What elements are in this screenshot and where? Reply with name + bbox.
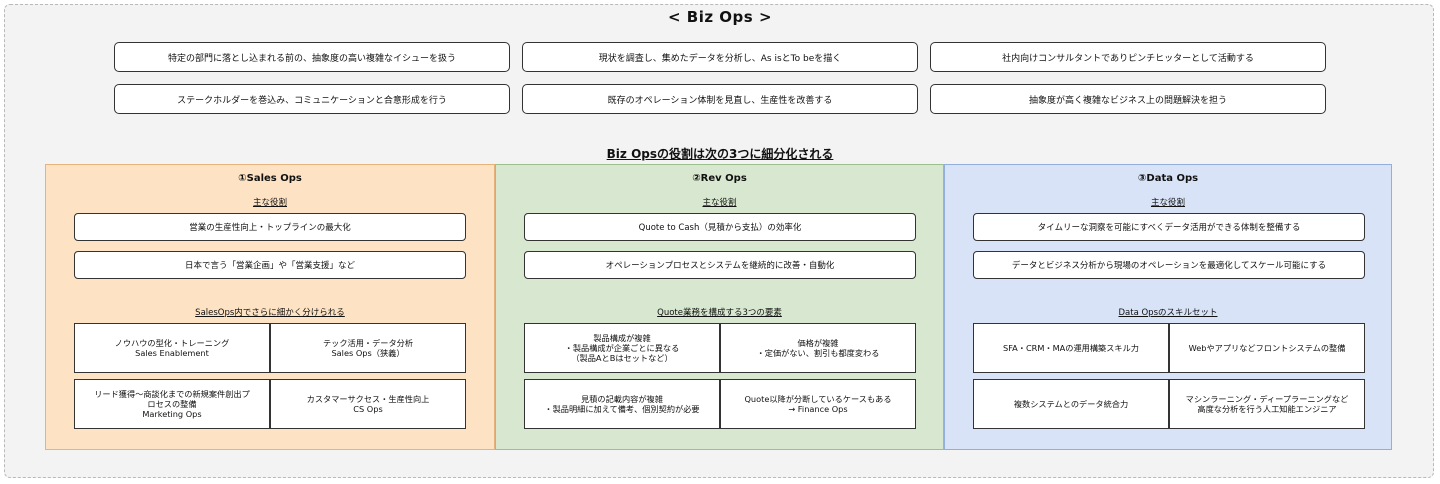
skillset-grid: SFA・CRM・MAの運用構築スキル力 Webやアプリなどフロントシステムの整備… (973, 323, 1365, 431)
top-box-5: 既存のオペレーション体制を見直し、生産性を改善する (522, 84, 918, 114)
grid-cell: マシンラーニング・ディープラーニングなど 高度な分析を行う人工知能エンジニア (1169, 379, 1365, 429)
cell-line: SFA・CRM・MAの運用構築スキル力 (1003, 342, 1139, 353)
cell-line: ノウハウの型化・トレーニング (114, 337, 230, 348)
top-box-6: 抽象度が高く複雑なビジネス上の問題解決を担う (930, 84, 1326, 114)
cell-line: → Finance Ops (788, 404, 848, 414)
grid-cell: テック活用・データ分析 Sales Ops（狭義） (270, 323, 466, 373)
cell-line: ・製品明細に加えて備考、個別契約が必要 (544, 404, 700, 414)
grid-cell: カスタマーサクセス・生産性向上 CS Ops (270, 379, 466, 429)
role-box-1: タイムリーな洞察を可能にすべくデータ活用ができる体制を整備する (973, 213, 1365, 241)
role-box-2: データとビジネス分析から現場のオペレーションを最適化してスケール可能にする (973, 251, 1365, 279)
cell-line: （製品AとBはセットなど） (571, 353, 673, 364)
grid-cell: ノウハウの型化・トレーニング Sales Enablement (74, 323, 270, 373)
grid-cell: SFA・CRM・MAの運用構築スキル力 (973, 323, 1169, 373)
grid-label: Data Opsのスキルセット (1118, 308, 1218, 318)
cell-line: Marketing Ops (142, 409, 202, 420)
cell-line: Webやアプリなどフロントシステムの整備 (1188, 342, 1346, 353)
role-box-1: 営業の生産性向上・トップラインの最大化 (74, 213, 466, 241)
cell-line: 価格が複雑 (797, 337, 839, 348)
panel-title: ②Rev Ops (692, 173, 747, 184)
cell-line: マシンラーニング・ディープラーニングなど (1185, 393, 1349, 404)
diagram-title: < Biz Ops > (667, 8, 773, 26)
grid-cell: 見積の記載内容が複雑 ・製品明細に加えて備考、個別契約が必要 (524, 379, 720, 429)
grid-cell: Webやアプリなどフロントシステムの整備 (1169, 323, 1365, 373)
cell-line: ・定価がない、割引も都度変わる (756, 348, 880, 358)
roles-label: 主な役割 (252, 198, 287, 208)
role-box-2: 日本で言う「営業企画」や「営業支援」など (74, 251, 466, 279)
panel-sales-ops: ①Sales Ops 主な役割 営業の生産性向上・トップラインの最大化 日本で言… (45, 164, 495, 450)
grid-label: Quote業務を構成する3つの要素 (657, 308, 782, 318)
cell-line: 製品構成が複雑 (593, 332, 651, 343)
top-box-3: 社内向けコンサルタントでありピンチヒッターとして活動する (930, 42, 1326, 72)
grid-label: SalesOps内でさらに細かく分けられる (195, 308, 345, 318)
top-box-2: 現状を調査し、集めたデータを分析し、As isとTo beを描く (522, 42, 918, 72)
cell-line: カスタマーサクセス・生産性向上 (306, 393, 430, 404)
cell-line: 見積の記載内容が複雑 (581, 393, 663, 404)
panel-title: ①Sales Ops (238, 173, 302, 184)
roles-label: 主な役割 (702, 198, 737, 208)
top-box-4: ステークホルダーを巻込み、コミュニケーションと合意形成を行う (114, 84, 510, 114)
quote-elements-grid: 製品構成が複雑 ・製品構成が企業ごとに異なる （製品AとBはセットなど） 価格が… (524, 323, 916, 431)
cell-line: テック活用・データ分析 (322, 337, 414, 348)
cell-line: リード獲得〜商談化までの新規案件創出プ (94, 388, 250, 399)
cell-line: Quote以降が分断しているケースもある (744, 393, 892, 404)
cell-line: ・製品構成が企業ごとに異なる (564, 342, 680, 353)
grid-cell: Quote以降が分断しているケースもある → Finance Ops (720, 379, 916, 429)
sub-role-grid: ノウハウの型化・トレーニング Sales Enablement テック活用・デー… (74, 323, 466, 431)
grid-cell: リード獲得〜商談化までの新規案件創出プ ロセスの整備 Marketing Ops (74, 379, 270, 429)
cell-line: 複数システムとのデータ統合力 (1013, 398, 1129, 409)
cell-line: CS Ops (353, 404, 383, 414)
cell-line: ロセスの整備 (147, 398, 197, 409)
cell-line: Sales Enablement (135, 348, 209, 358)
panel-title: ③Data Ops (1137, 173, 1199, 184)
top-box-1: 特定の部門に落とし込まれる前の、抽象度の高い複雑なイシューを扱う (114, 42, 510, 72)
cell-line: Sales Ops（狭義） (331, 348, 405, 358)
grid-cell: 複数システムとのデータ統合力 (973, 379, 1169, 429)
panel-data-ops: ③Data Ops 主な役割 タイムリーな洞察を可能にすべくデータ活用ができる体… (944, 164, 1392, 450)
panel-rev-ops: ②Rev Ops 主な役割 Quote to Cash（見積から支払）の効率化 … (495, 164, 944, 450)
role-box-1: Quote to Cash（見積から支払）の効率化 (524, 213, 916, 241)
grid-cell: 製品構成が複雑 ・製品構成が企業ごとに異なる （製品AとBはセットなど） (524, 323, 720, 373)
cell-line: 高度な分析を行う人工知能エンジニア (1197, 404, 1337, 414)
role-box-2: オペレーションプロセスとシステムを継続的に改善・自動化 (524, 251, 916, 279)
grid-cell: 価格が複雑 ・定価がない、割引も都度変わる (720, 323, 916, 373)
roles-label: 主な役割 (1150, 198, 1185, 208)
breakdown-subtitle: Biz Opsの役割は次の3つに細分化される (606, 147, 834, 161)
